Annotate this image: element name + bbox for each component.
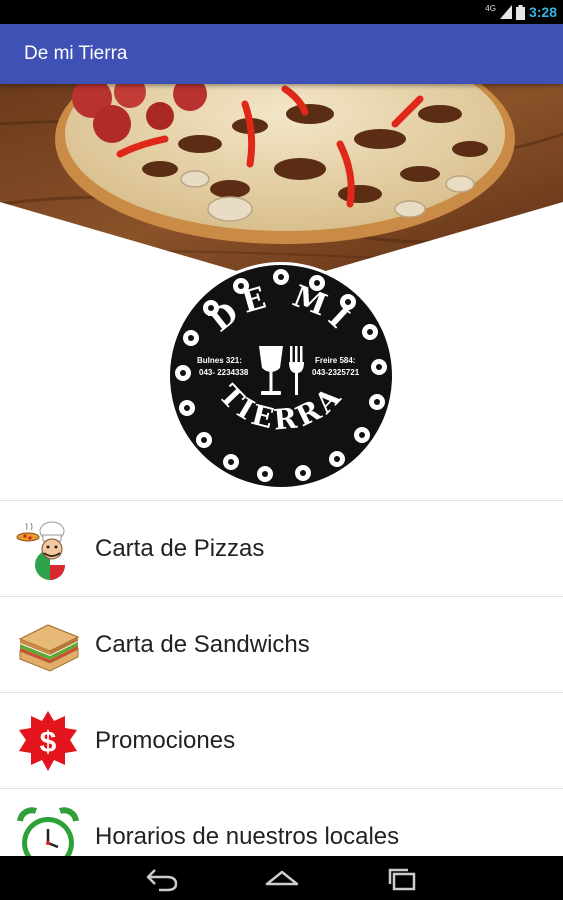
right-address: Freire 584: [315,356,355,365]
left-address: Bulnes 321: [197,356,242,365]
svg-text:$: $ [40,726,57,759]
network-type: 4G [485,3,496,13]
status-icons: 4G 3:28 [485,2,557,22]
menu-item-horarios[interactable]: Horarios de nuestros locales [0,788,563,856]
right-phone: 043-2325721 [312,368,360,377]
left-phone: 043- 2234338 [199,368,249,377]
menu-item-label: Promociones [95,726,236,754]
menu-item-promociones[interactable]: $ Promociones [0,692,563,788]
app-title: De mi Tierra [24,43,128,64]
sandwich-icon [18,623,80,672]
pizza-chef-icon [16,521,65,580]
menu-item-sandwichs[interactable]: Carta de Sandwichs [0,596,563,692]
status-bar: 4G 3:28 [0,0,563,24]
app-bar: De mi Tierra [0,24,563,84]
battery-icon [515,4,525,20]
alarm-clock-icon [17,806,79,856]
dollar-badge-icon: $ [19,710,77,771]
signal-icon [499,5,512,19]
menu-item-label: Carta de Sandwichs [95,630,310,658]
system-navigation-bar [0,856,563,900]
restaurant-logo: DE MI TIERRA Bulnes 321: 043- 2234338 Fr… [167,262,395,490]
recents-icon[interactable] [386,864,418,892]
back-icon[interactable] [145,864,179,892]
menu-item-label: Horarios de nuestros locales [95,822,400,850]
menu-item-pizzas[interactable]: Carta de Pizzas [0,500,563,596]
pizza-banner-image [0,84,563,284]
header-banner: DE MI TIERRA Bulnes 321: 043- 2234338 Fr… [0,84,563,500]
clock: 3:28 [528,4,557,20]
home-icon[interactable] [264,864,300,892]
menu-item-label: Carta de Pizzas [95,534,265,562]
menu-list: Carta de Pizzas Carta de Sandwichs $ Pro… [0,500,563,856]
